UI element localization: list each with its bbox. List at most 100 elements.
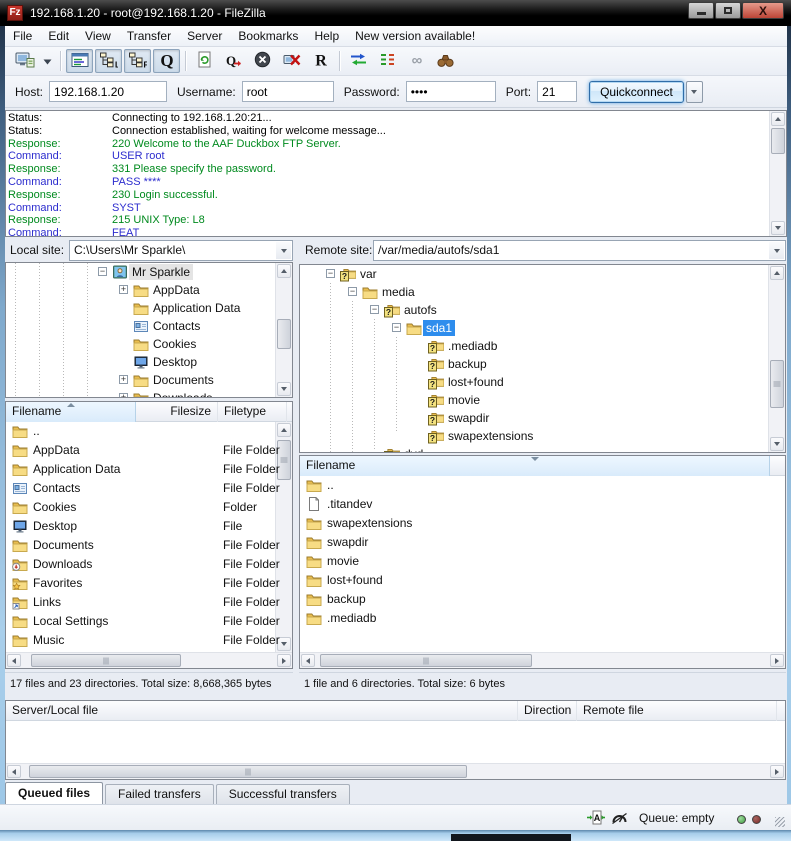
- tree-item-label[interactable]: backup: [445, 356, 490, 372]
- port-input[interactable]: [537, 81, 577, 102]
- tree-item-media[interactable]: −media: [300, 283, 767, 301]
- quickconnect-dropdown-button[interactable]: [686, 81, 703, 103]
- site-manager-dropdown-button[interactable]: [40, 49, 55, 73]
- menu-item-help[interactable]: Help: [306, 26, 347, 46]
- tree-item-label[interactable]: Application Data: [150, 300, 243, 316]
- tree-item-label[interactable]: Mr Sparkle: [129, 264, 193, 280]
- tree-item-label[interactable]: Documents: [150, 372, 217, 388]
- scrollbar-thumb[interactable]: [770, 360, 784, 408]
- synchronized-browsing-button[interactable]: [374, 49, 401, 73]
- queue-column-direction[interactable]: Direction: [518, 701, 577, 721]
- username-input[interactable]: [242, 81, 334, 102]
- tree-item-label[interactable]: autofs: [401, 302, 440, 318]
- scrollbar-thumb[interactable]: [29, 765, 467, 778]
- menu-item-edit[interactable]: Edit: [40, 26, 77, 46]
- column-header-filename[interactable]: Filename: [6, 402, 136, 422]
- log-vertical-scrollbar[interactable]: [769, 111, 786, 236]
- tree-item-mr-sparkle[interactable]: − Mr Sparkle: [6, 263, 274, 281]
- tree-item--mediadb[interactable]: ?.mediadb: [300, 337, 767, 355]
- file-row-local-settings[interactable]: Local SettingsFile Folder: [6, 612, 274, 631]
- tab-failed-transfers[interactable]: Failed transfers: [105, 784, 214, 804]
- tree-item-dvd[interactable]: ?dvd: [300, 445, 767, 453]
- tree-item-label[interactable]: .mediadb: [445, 338, 500, 354]
- combo-caret[interactable]: [276, 242, 291, 259]
- host-input[interactable]: [49, 81, 167, 102]
- menu-item-file[interactable]: File: [5, 26, 40, 46]
- expand-icon[interactable]: +: [119, 285, 128, 294]
- tree-item-sda1[interactable]: − sda1: [300, 319, 767, 337]
- maximize-button[interactable]: [715, 2, 741, 19]
- file-row-documents[interactable]: DocumentsFile Folder: [6, 536, 274, 555]
- tree-item-label[interactable]: lost+found: [445, 374, 507, 390]
- scrollbar-thumb[interactable]: [277, 319, 291, 349]
- scroll-left-button[interactable]: [301, 654, 315, 667]
- tree-item-swapextensions[interactable]: ?swapextensions: [300, 427, 767, 445]
- tree-item-var[interactable]: −?var: [300, 265, 767, 283]
- resize-grip[interactable]: [775, 817, 785, 827]
- scroll-left-button[interactable]: [7, 654, 21, 667]
- file-row-application-data[interactable]: Application DataFile Folder: [6, 460, 274, 479]
- scrollbar-thumb[interactable]: [771, 128, 785, 154]
- local-list-horizontal-scrollbar[interactable]: [6, 652, 292, 668]
- file-row-backup[interactable]: backup: [300, 590, 783, 609]
- scrollbar-thumb[interactable]: [320, 654, 532, 667]
- file-row--mediadb[interactable]: .mediadb: [300, 609, 783, 628]
- tab-successful-transfers[interactable]: Successful transfers: [216, 784, 350, 804]
- menu-item-view[interactable]: View: [77, 26, 119, 46]
- local-tree-vertical-scrollbar[interactable]: [275, 263, 292, 397]
- toggle-remote-tree-button[interactable]: F: [124, 49, 151, 73]
- collapse-icon[interactable]: −: [370, 305, 379, 314]
- speed-limit-icon[interactable]: [611, 811, 628, 828]
- tree-item-cookies[interactable]: Cookies: [6, 335, 274, 353]
- expand-icon[interactable]: +: [119, 375, 128, 384]
- scroll-up-button[interactable]: [277, 264, 291, 278]
- local-site-combo[interactable]: C:\Users\Mr Sparkle\: [69, 240, 293, 261]
- quickconnect-button[interactable]: Quickconnect: [589, 81, 684, 103]
- tree-item-label[interactable]: dvd: [401, 446, 426, 453]
- disconnect-button[interactable]: [278, 49, 305, 73]
- column-header-filetype[interactable]: Filetype: [218, 402, 287, 422]
- collapse-icon[interactable]: −: [326, 269, 335, 278]
- file-row-cookies[interactable]: CookiesFolder: [6, 498, 274, 517]
- tree-item-swapdir[interactable]: ?swapdir: [300, 409, 767, 427]
- site-manager-button[interactable]: [11, 49, 38, 73]
- file-row-favorites[interactable]: FavoritesFile Folder: [6, 574, 274, 593]
- tree-item-label[interactable]: swapdir: [445, 410, 492, 426]
- tree-item-lost-found[interactable]: ?lost+found: [300, 373, 767, 391]
- tree-item-label[interactable]: media: [379, 284, 418, 300]
- scroll-up-button[interactable]: [770, 266, 784, 280]
- expand-icon[interactable]: +: [119, 393, 128, 398]
- remote-tree-vertical-scrollbar[interactable]: [768, 265, 785, 452]
- tree-item-label[interactable]: Downloads: [150, 390, 215, 398]
- scroll-left-button[interactable]: [7, 765, 21, 778]
- file-row-swapdir[interactable]: swapdir: [300, 533, 783, 552]
- file-row-links[interactable]: LinksFile Folder: [6, 593, 274, 612]
- tree-item-backup[interactable]: ?backup: [300, 355, 767, 373]
- file-row--titandev[interactable]: .titandev: [300, 495, 783, 514]
- toggle-message-log-button[interactable]: [66, 49, 93, 73]
- tree-item-label[interactable]: Contacts: [150, 318, 203, 334]
- tree-item-label[interactable]: swapextensions: [445, 428, 536, 444]
- file-row-lost-found[interactable]: lost+found: [300, 571, 783, 590]
- tree-item-appdata[interactable]: +AppData: [6, 281, 274, 299]
- file-row--[interactable]: ..: [6, 422, 274, 441]
- password-input[interactable]: [406, 81, 496, 102]
- menu-item-new-version-available[interactable]: New version available!: [347, 26, 483, 46]
- scroll-up-button[interactable]: [771, 112, 785, 126]
- collapse-icon[interactable]: −: [392, 323, 401, 332]
- collapse-icon[interactable]: −: [98, 267, 107, 276]
- directory-comparison-button[interactable]: [345, 49, 372, 73]
- scroll-right-button[interactable]: [277, 654, 291, 667]
- tree-item-application-data[interactable]: Application Data: [6, 299, 274, 317]
- filter-button[interactable]: ∞: [403, 49, 430, 73]
- queue-column-remote-file[interactable]: Remote file: [577, 701, 777, 721]
- tree-item-label[interactable]: sda1: [423, 320, 455, 336]
- remote-list-horizontal-scrollbar[interactable]: [300, 652, 785, 668]
- column-header-filesize[interactable]: Filesize: [136, 402, 218, 422]
- reconnect-button[interactable]: R: [307, 49, 334, 73]
- menu-item-server[interactable]: Server: [179, 26, 230, 46]
- queue-horizontal-scrollbar[interactable]: [6, 763, 785, 779]
- tree-item-movie[interactable]: ?movie: [300, 391, 767, 409]
- tab-queued-files[interactable]: Queued files: [5, 782, 103, 804]
- tree-item-documents[interactable]: + Documents: [6, 371, 274, 389]
